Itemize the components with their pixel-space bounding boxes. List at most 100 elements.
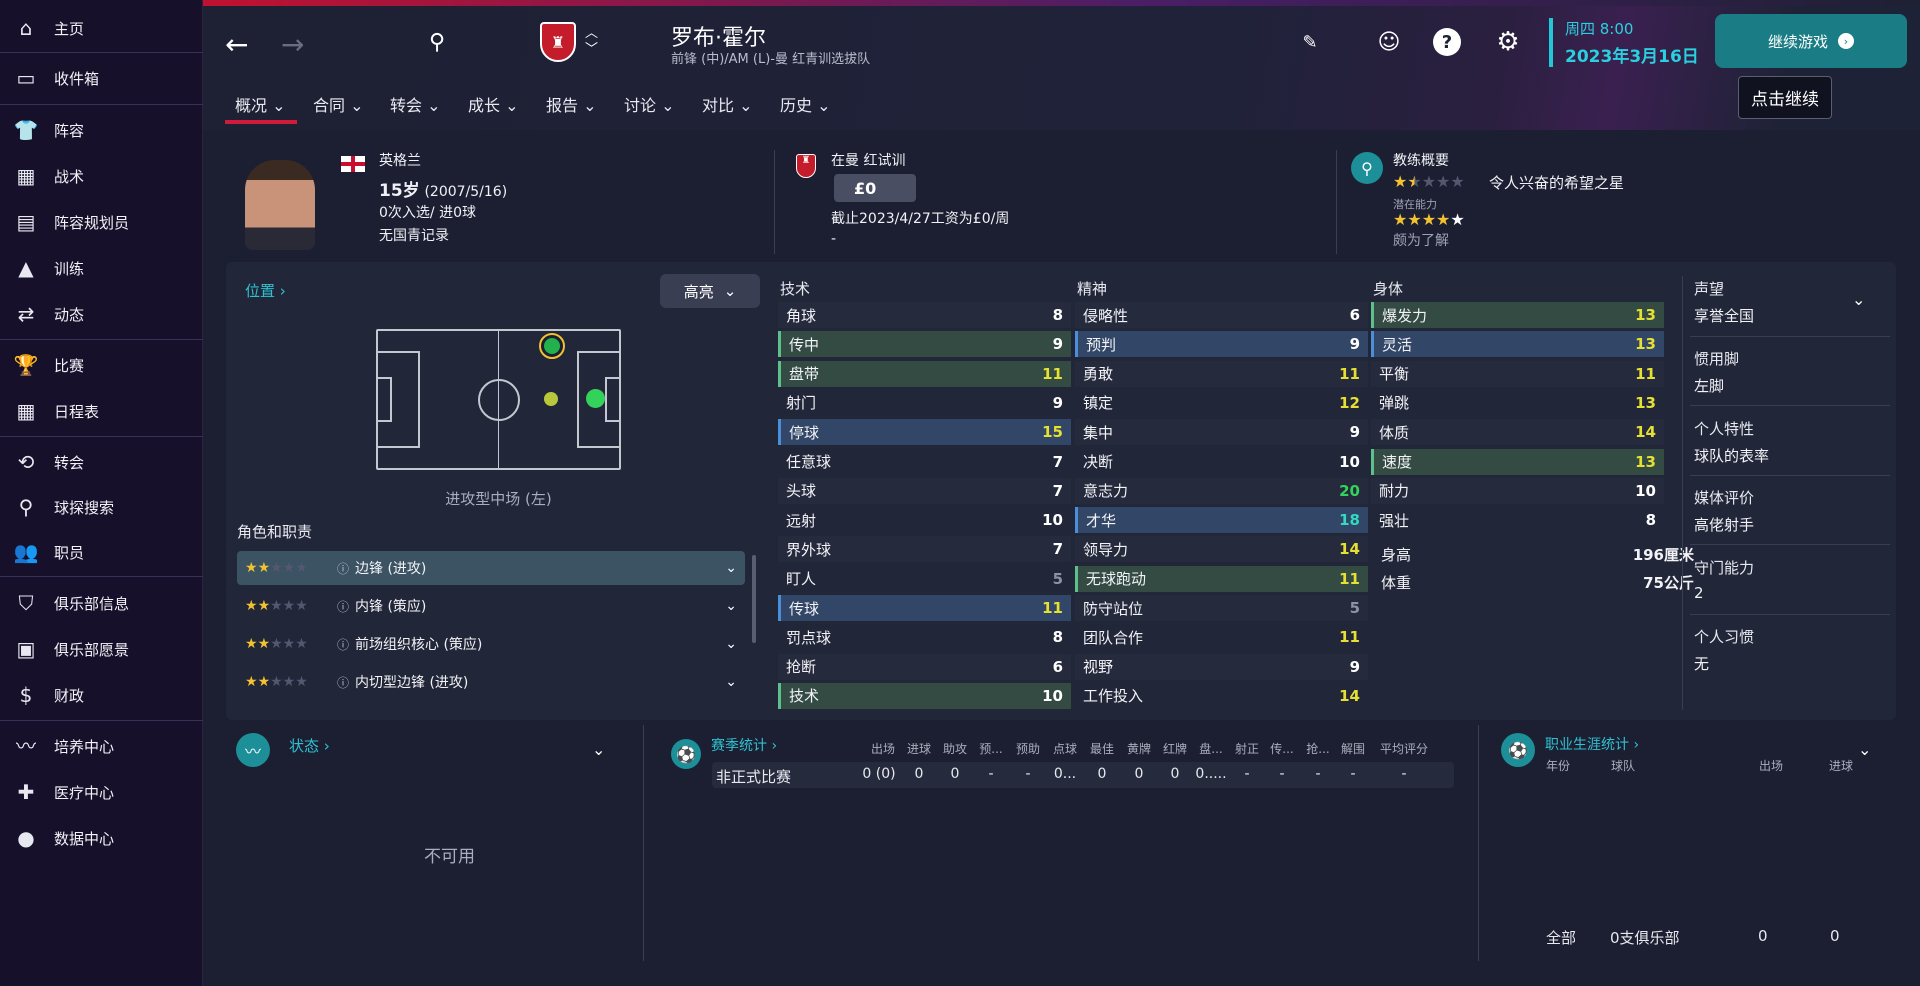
- attribute-row[interactable]: 角球 8: [778, 302, 1071, 328]
- sidebar-item-squad[interactable]: 👕 阵容: [0, 108, 203, 152]
- attribute-row[interactable]: 工作投入 14: [1075, 683, 1368, 709]
- season-stat-header[interactable]: 最佳: [1085, 740, 1119, 757]
- season-stat-header[interactable]: 射正: [1230, 740, 1264, 757]
- attribute-row[interactable]: 传球 11: [778, 595, 1071, 621]
- season-stat-header[interactable]: 盘...: [1194, 740, 1228, 757]
- attribute-row[interactable]: 罚点球 8: [778, 624, 1071, 650]
- game-status-icon[interactable]: ☺: [1375, 28, 1403, 56]
- search-icon[interactable]: ⚲: [429, 30, 445, 55]
- attribute-row[interactable]: 弹跳 13: [1371, 390, 1664, 416]
- search-icon[interactable]: ⚲: [1351, 152, 1383, 184]
- sidebar-item-medical[interactable]: ✚ 医疗中心: [0, 770, 203, 814]
- sidebar-item-training[interactable]: ▲ 训练: [0, 246, 203, 290]
- sidebar-item-finances[interactable]: $ 财政: [0, 673, 203, 717]
- attribute-row[interactable]: 镇定 12: [1075, 390, 1368, 416]
- attribute-row[interactable]: 预判 9: [1075, 331, 1368, 358]
- attribute-row[interactable]: 平衡 11: [1371, 360, 1664, 387]
- sidebar-item-dynamics[interactable]: ⇄ 动态: [0, 292, 203, 336]
- sidebar-item-inbox[interactable]: ▭ 收件箱: [0, 56, 203, 100]
- season-stat-header[interactable]: 平均评分: [1375, 740, 1433, 757]
- status-link[interactable]: 状态 ›: [289, 735, 330, 756]
- attribute-row[interactable]: 射门 9: [778, 390, 1071, 416]
- season-stat-header[interactable]: 出场: [866, 740, 900, 757]
- edit-pencil-icon[interactable]: ✎: [1296, 28, 1324, 56]
- attribute-row[interactable]: 集中 9: [1075, 419, 1368, 446]
- role-row[interactable]: ★★★★★ ⓘ 边锋 (进攻) ⌄: [237, 551, 745, 585]
- season-stat-header[interactable]: 抢...: [1301, 740, 1335, 757]
- role-row[interactable]: ★★★★★ ⓘ 内切型边锋 (进攻) ⌄: [237, 665, 745, 699]
- tab-development[interactable]: 成长 ⌄: [468, 92, 519, 116]
- chevron-down-icon[interactable]: ⌄: [725, 560, 737, 576]
- season-stat-header[interactable]: 进球: [902, 740, 936, 757]
- sidebar-item-staff[interactable]: 👥 职员: [0, 530, 203, 574]
- attribute-row[interactable]: 界外球 7: [778, 536, 1071, 563]
- club-crest-icon[interactable]: ♜: [540, 22, 576, 62]
- attribute-row[interactable]: 爆发力 13: [1371, 302, 1664, 328]
- attribute-row[interactable]: 传中 9: [778, 331, 1071, 358]
- attribute-row[interactable]: 领导力 14: [1075, 536, 1368, 563]
- role-row[interactable]: ★★★★★ ⓘ 前场组织核心 (策应) ⌄: [237, 627, 745, 661]
- player-switch-icon[interactable]: ︿ ﹀: [585, 26, 598, 58]
- sidebar-item-tactics[interactable]: ▦ 战术: [0, 154, 203, 198]
- attribute-row[interactable]: 强壮 8: [1371, 507, 1664, 533]
- attribute-row[interactable]: 决断 10: [1075, 449, 1368, 475]
- sidebar-item-transfers[interactable]: ⟲ 转会: [0, 440, 203, 484]
- sidebar-item-schedule[interactable]: ▦ 日程表: [0, 389, 203, 433]
- tab-reports[interactable]: 报告 ⌄: [546, 92, 597, 116]
- career-stats-link[interactable]: 职业生涯统计 ›: [1545, 734, 1639, 754]
- attribute-row[interactable]: 无球跑动 11: [1075, 565, 1368, 592]
- attribute-row[interactable]: 灵活 13: [1371, 331, 1664, 358]
- sidebar-item-competitions[interactable]: 🏆 比赛: [0, 343, 203, 387]
- tab-compare[interactable]: 对比 ⌄: [702, 92, 753, 116]
- chevron-down-icon[interactable]: ⌄: [725, 674, 737, 690]
- sidebar-item-scouting[interactable]: ⚲ 球探搜索: [0, 485, 203, 529]
- sidebar-item-club-vision[interactable]: ▣ 俱乐部愿景: [0, 627, 203, 671]
- attribute-row[interactable]: 抢断 6: [778, 653, 1071, 680]
- attribute-row[interactable]: 侵略性 6: [1075, 302, 1368, 328]
- position-link[interactable]: 位置 ›: [245, 280, 286, 301]
- attribute-row[interactable]: 技术 10: [778, 682, 1071, 709]
- tab-history[interactable]: 历史 ⌄: [780, 92, 831, 116]
- gear-icon[interactable]: ⚙: [1494, 27, 1522, 57]
- chevron-down-icon[interactable]: ⌄: [1858, 740, 1871, 759]
- info-icon[interactable]: ⓘ: [337, 636, 349, 653]
- attribute-row[interactable]: 勇敢 11: [1075, 360, 1368, 387]
- season-stat-header[interactable]: 红牌: [1158, 740, 1192, 757]
- attribute-row[interactable]: 体质 14: [1371, 419, 1664, 446]
- tab-contract[interactable]: 合同 ⌄: [313, 92, 364, 116]
- attribute-row[interactable]: 远射 10: [778, 507, 1071, 533]
- sidebar-item-home[interactable]: ⌂ 主页: [0, 6, 203, 50]
- season-stat-header[interactable]: 预...: [974, 740, 1008, 757]
- forward-arrow-icon[interactable]: →: [281, 28, 304, 61]
- tab-transfer[interactable]: 转会 ⌄: [390, 92, 441, 116]
- chevron-down-icon[interactable]: ⌄: [592, 740, 605, 759]
- sidebar-item-development[interactable]: 〰培养中心: [0, 724, 203, 768]
- back-arrow-icon[interactable]: ←: [225, 28, 248, 61]
- highlight-dropdown[interactable]: 高亮 ⌄: [660, 274, 760, 308]
- season-stat-header[interactable]: 点球: [1048, 740, 1082, 757]
- sidebar-item-squad-planner[interactable]: ▤ 阵容规划员: [0, 200, 203, 244]
- season-stat-header[interactable]: 黄牌: [1122, 740, 1156, 757]
- tab-discuss[interactable]: 讨论 ⌄: [624, 92, 675, 116]
- attribute-row[interactable]: 头球 7: [778, 477, 1071, 504]
- attribute-row[interactable]: 任意球 7: [778, 449, 1071, 475]
- attribute-row[interactable]: 盯人 5: [778, 566, 1071, 592]
- attribute-row[interactable]: 意志力 20: [1075, 477, 1368, 504]
- chevron-down-icon[interactable]: ⌄: [725, 636, 737, 652]
- attribute-row[interactable]: 停球 15: [778, 419, 1071, 446]
- role-row[interactable]: ★★★★★ ⓘ 内锋 (策应) ⌄: [237, 589, 745, 623]
- season-stat-header[interactable]: 助攻: [938, 740, 972, 757]
- season-stat-header[interactable]: 传...: [1265, 740, 1299, 757]
- info-icon[interactable]: ⓘ: [337, 560, 349, 577]
- help-icon[interactable]: ?: [1433, 28, 1461, 56]
- attribute-row[interactable]: 团队合作 11: [1075, 624, 1368, 650]
- season-stat-header[interactable]: 解围: [1336, 740, 1370, 757]
- chevron-down-icon[interactable]: ⌄: [725, 598, 737, 614]
- attribute-row[interactable]: 防守站位 5: [1075, 595, 1368, 621]
- attribute-row[interactable]: 速度 13: [1371, 448, 1664, 475]
- tab-overview[interactable]: 概况 ⌄: [235, 92, 286, 116]
- attribute-row[interactable]: 才华 18: [1075, 507, 1368, 534]
- season-stats-link[interactable]: 赛季统计 ›: [711, 735, 777, 755]
- info-icon[interactable]: ⓘ: [337, 674, 349, 691]
- attribute-row[interactable]: 视野 9: [1075, 653, 1368, 680]
